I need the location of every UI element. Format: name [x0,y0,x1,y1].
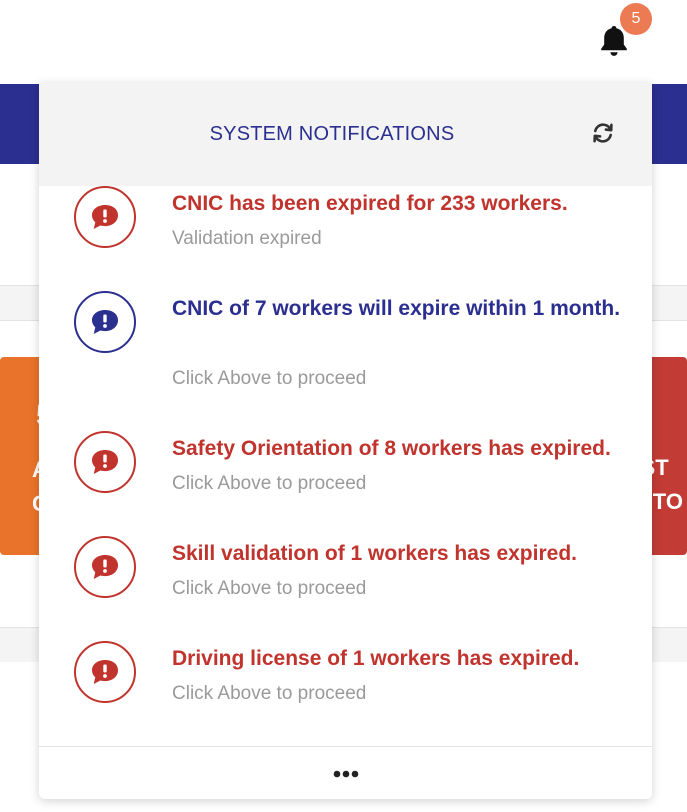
notification-subtitle: Click Above to proceed [172,578,367,599]
ellipsis-icon [333,770,358,777]
view-more-button[interactable] [39,746,652,799]
alert-comment-icon [74,186,136,248]
alert-comment-icon [74,291,136,353]
notification-title: CNIC of 7 workers will expire within 1 m… [172,297,621,320]
notification-item[interactable]: Skill validation of 1 workers has expire… [39,536,652,616]
notification-subtitle: Validation expired [172,228,322,249]
alert-comment-icon [74,641,136,703]
notification-title: Skill validation of 1 workers has expire… [172,542,577,565]
notification-subtitle: Click Above to proceed [172,473,367,494]
notification-item[interactable]: Driving license of 1 workers has expired… [39,641,652,721]
dropdown-header: SYSTEM NOTIFICATIONS [39,83,652,186]
notification-item[interactable]: CNIC of 7 workers will expire within 1 m… [39,291,652,401]
notification-subtitle: Click Above to proceed [172,683,367,704]
notification-title: Safety Orientation of 8 workers has expi… [172,437,611,460]
alert-comment-icon [74,431,136,493]
notification-count-badge: 5 [620,3,652,35]
alert-comment-icon [74,536,136,598]
notification-item[interactable]: CNIC has been expired for 233 workers. V… [39,186,652,266]
notification-subtitle: Click Above to proceed [172,368,367,389]
notification-item[interactable]: Safety Orientation of 8 workers has expi… [39,431,652,511]
notification-title: CNIC has been expired for 233 workers. [172,192,568,215]
notifications-dropdown: SYSTEM NOTIFICATIONS CNIC has been expir… [39,83,652,799]
refresh-button[interactable] [590,120,616,146]
refresh-icon [593,123,613,143]
dropdown-title: SYSTEM NOTIFICATIONS [209,123,455,145]
notification-title: Driving license of 1 workers has expired… [172,647,580,670]
